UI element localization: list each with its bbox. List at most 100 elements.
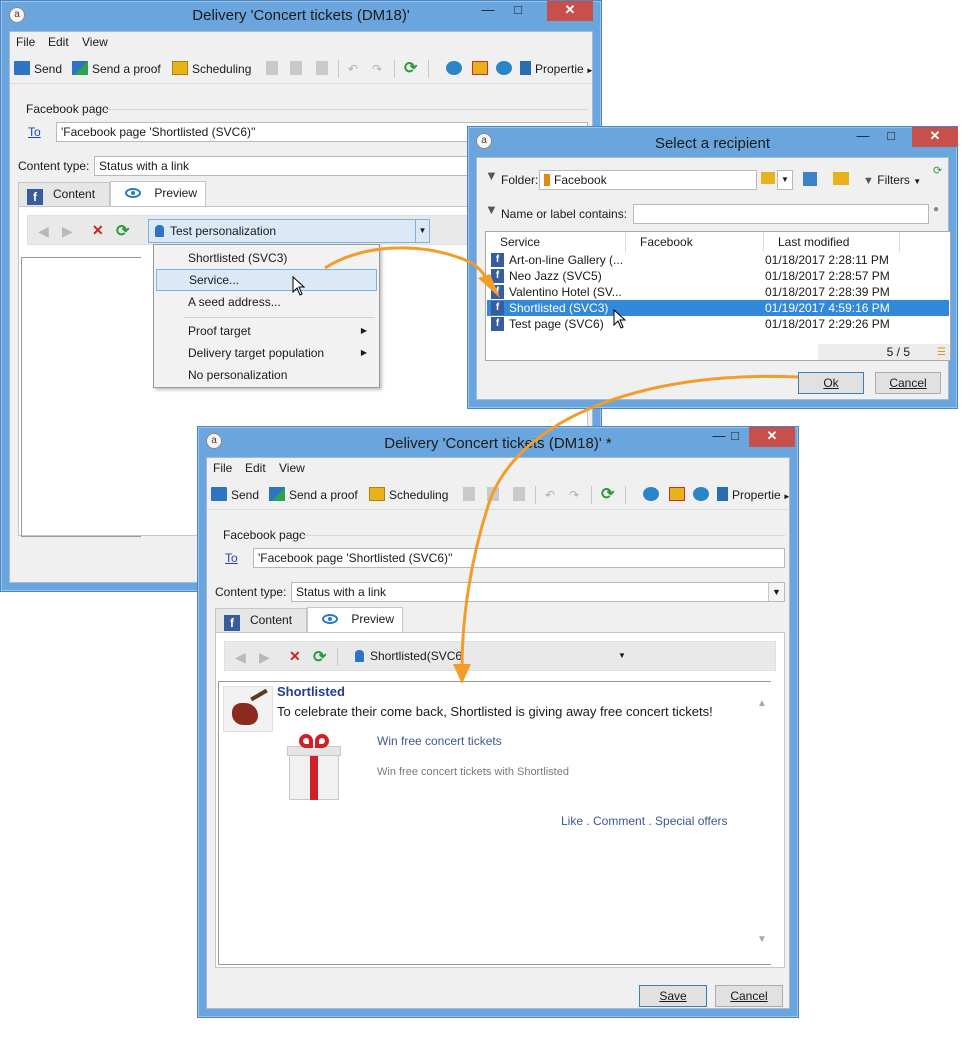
scheduling-button[interactable]: Scheduling — [369, 486, 448, 504]
filters-button[interactable]: ▼ Filters ▼ — [863, 173, 921, 187]
target-gear-icon[interactable] — [693, 486, 713, 504]
copy-icon[interactable] — [266, 60, 282, 78]
column-header-facebook[interactable]: Facebook — [626, 232, 764, 252]
tab-content[interactable]: f Content — [215, 608, 307, 632]
gift-icon[interactable] — [669, 486, 689, 504]
personalization-select[interactable]: Shortlisted(SVC6 ▼ — [349, 645, 629, 669]
next-arrow-icon[interactable]: ▶ — [62, 223, 73, 240]
column-header-last-modified[interactable]: Last modified — [764, 232, 900, 252]
content-type-label: Content type: — [215, 585, 287, 599]
maximize-button[interactable]: □ — [878, 127, 904, 147]
link-gear-icon[interactable] — [446, 60, 466, 78]
scroll-down-icon[interactable]: ▼ — [757, 934, 767, 945]
folder-icon[interactable] — [761, 172, 775, 184]
scrollbar[interactable]: ▲ ▼ — [754, 682, 771, 964]
folder-up-icon[interactable] — [803, 172, 817, 186]
send-proof-button[interactable]: Send a proof — [269, 486, 358, 504]
table-row-selected[interactable]: f Shortlisted (SVC3) 01/19/2017 4:59:16 PM — [487, 300, 949, 316]
scheduling-button[interactable]: Scheduling — [172, 60, 251, 78]
menu-view[interactable]: View — [82, 35, 108, 49]
refresh-icon[interactable]: ⟳ — [404, 60, 417, 78]
link-gear-icon[interactable] — [643, 486, 663, 504]
target-gear-icon[interactable] — [496, 60, 516, 78]
gift-icon[interactable] — [472, 60, 492, 78]
copy-icon[interactable] — [463, 486, 479, 504]
ok-button[interactable]: Ok — [798, 372, 864, 394]
menu-item-delivery-target-population[interactable]: Delivery target population ▶ — [156, 342, 377, 364]
refresh-icon[interactable]: ⟳ — [933, 164, 942, 177]
preview-toolbar: ◀ ▶ ✕ ⟳ Shortlisted(SVC6 ▼ — [224, 641, 776, 671]
undo-icon[interactable]: ↶ — [348, 60, 358, 78]
tab-preview[interactable]: Preview — [307, 607, 403, 632]
minimize-button[interactable]: — — [850, 127, 876, 147]
properties-button[interactable]: Propertie ► — [520, 60, 594, 78]
close-button[interactable]: ✕ — [547, 1, 593, 21]
to-link[interactable]: To — [225, 551, 238, 565]
list-menu-icon[interactable]: ☰ — [937, 347, 946, 358]
scroll-up-icon[interactable]: ▲ — [757, 698, 767, 709]
window-client: File Edit View Send Send a proof Schedul… — [206, 457, 791, 1009]
clear-filter-icon[interactable]: ● — [933, 204, 939, 215]
menu-item-no-personalization[interactable]: No personalization — [156, 364, 377, 386]
table-row[interactable]: f Art-on-line Gallery (... 01/18/2017 2:28… — [487, 252, 949, 268]
post-author[interactable]: Shortlisted — [277, 684, 345, 699]
properties-button[interactable]: Propertie ► — [717, 486, 791, 504]
maximize-button[interactable]: □ — [722, 427, 748, 447]
save-button[interactable]: Save — [639, 985, 707, 1007]
refresh-icon[interactable]: ⟳ — [601, 486, 614, 504]
refresh-icon[interactable]: ⟳ — [116, 221, 129, 241]
column-header-service[interactable]: Service — [486, 232, 626, 252]
to-field[interactable]: 'Facebook page 'Shortlisted (SVC6)'' — [253, 548, 785, 568]
post-actions[interactable]: Like . Comment . Special offers — [561, 814, 728, 828]
clear-icon[interactable]: ✕ — [289, 648, 301, 665]
test-personalization-select[interactable]: Test personalization ▼ — [148, 219, 430, 243]
folder-dropdown-button[interactable]: ▼ — [777, 170, 793, 190]
menu-item-service[interactable]: Service... — [156, 269, 377, 291]
tab-content[interactable]: f Content — [18, 182, 110, 206]
menu-item-seed-address[interactable]: A seed address... — [156, 291, 377, 313]
name-filter-input[interactable] — [633, 204, 929, 224]
cut-icon[interactable] — [290, 60, 306, 78]
undo-icon[interactable]: ↶ — [545, 486, 555, 504]
record-count: 5 / 5 — [886, 345, 910, 359]
table-row[interactable]: f Test page (SVC6) 01/18/2017 2:29:26 PM — [487, 316, 949, 332]
clear-icon[interactable]: ✕ — [92, 222, 104, 239]
paste-icon[interactable] — [513, 486, 529, 504]
menu-item-shortlisted-svc3[interactable]: Shortlisted (SVC3) — [156, 247, 377, 269]
send-button[interactable]: Send — [211, 486, 259, 504]
menu-edit[interactable]: Edit — [48, 35, 69, 49]
paste-icon[interactable] — [316, 60, 332, 78]
content-type-select[interactable]: Status with a link ▼ — [291, 582, 785, 602]
close-button[interactable]: ✕ — [749, 427, 795, 447]
menu-view[interactable]: View — [279, 461, 305, 475]
table-row[interactable]: f Neo Jazz (SVC5) 01/18/2017 2:28:57 PM — [487, 268, 949, 284]
menu-edit[interactable]: Edit — [245, 461, 266, 475]
menu-item-proof-target[interactable]: Proof target ▶ — [156, 320, 377, 342]
send-button[interactable]: Send — [14, 60, 62, 78]
cancel-button[interactable]: Cancel — [875, 372, 941, 394]
refresh-icon[interactable]: ⟳ — [313, 647, 326, 667]
tab-preview[interactable]: Preview — [110, 181, 206, 206]
cut-icon[interactable] — [487, 486, 503, 504]
close-button[interactable]: ✕ — [912, 127, 958, 147]
table-row[interactable]: f Valentino Hotel (SV... 01/18/2017 2:28:3… — [487, 284, 949, 300]
previous-arrow-icon[interactable]: ◀ — [235, 649, 246, 666]
select-recipient-dialog: a Select a recipient — □ ✕ ▼ Folder: Fac… — [467, 126, 958, 409]
open-folder-icon[interactable] — [833, 172, 849, 185]
toolbar: Send Send a proof Scheduling ↶ ↷ ⟳ Prope… — [207, 480, 791, 510]
to-link[interactable]: To — [28, 125, 41, 139]
redo-icon[interactable]: ↷ — [372, 60, 382, 78]
menu-bar: File Edit View — [207, 458, 789, 480]
previous-arrow-icon[interactable]: ◀ — [38, 223, 49, 240]
folder-field[interactable]: Facebook — [539, 170, 757, 190]
redo-icon[interactable]: ↷ — [569, 486, 579, 504]
send-proof-button[interactable]: Send a proof — [72, 60, 161, 78]
next-arrow-icon[interactable]: ▶ — [259, 649, 270, 666]
menu-file[interactable]: File — [213, 461, 232, 475]
post-message: To celebrate their come back, Shortliste… — [277, 704, 713, 719]
maximize-button[interactable]: □ — [505, 1, 531, 21]
post-link-title[interactable]: Win free concert tickets — [377, 734, 502, 748]
minimize-button[interactable]: — — [475, 1, 501, 21]
menu-file[interactable]: File — [16, 35, 35, 49]
cancel-button[interactable]: Cancel — [715, 985, 783, 1007]
